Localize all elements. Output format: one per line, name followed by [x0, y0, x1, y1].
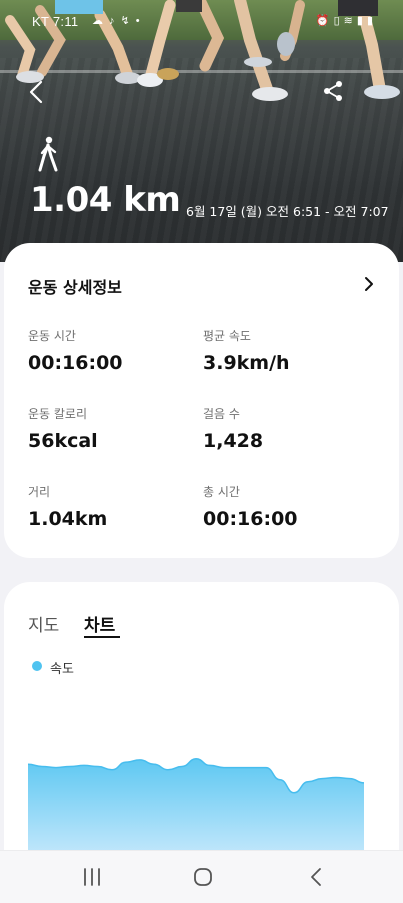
stat-value: 56kcal — [28, 430, 98, 452]
stat-value: 3.9km/h — [203, 352, 290, 374]
vibrate-icon: ▯ — [333, 15, 340, 27]
chevron-right-icon[interactable] — [362, 276, 376, 292]
legend-label: 속도 — [50, 662, 74, 677]
stat-value: 00:16:00 — [203, 508, 298, 530]
tab-chart[interactable]: 차트 — [84, 611, 115, 636]
missed-call-icon: ↯ — [120, 15, 130, 27]
workout-details-card: 운동 상세정보 운동 시간 00:16:00 평균 속도 3.9km/h 운동 … — [4, 243, 399, 558]
battery-icon: ▮ — [366, 15, 373, 27]
stat-value: 1,428 — [203, 430, 264, 452]
walking-person-icon — [38, 136, 58, 172]
stat-label: 총 시간 — [203, 485, 240, 499]
cloud-icon: ☁ — [92, 15, 103, 27]
workout-datetime: 6월 17일 (월) 오전 6:51 - 오전 7:07 — [186, 204, 389, 219]
share-icon[interactable] — [322, 80, 344, 102]
distance-value: 1.04 km — [30, 180, 181, 220]
back-icon[interactable] — [24, 78, 50, 106]
speed-chart — [28, 758, 364, 852]
chart-card: 지도 차트 속도 — [4, 582, 399, 872]
status-time: 7:11 — [52, 14, 79, 29]
status-carrier-time: KT 7:11 — [32, 14, 78, 29]
system-navigation-bar — [0, 850, 403, 903]
status-carrier: KT — [32, 14, 49, 29]
stat-calories: 운동 칼로리 56kcal — [28, 405, 98, 452]
stat-steps: 걸음 수 1,428 — [203, 405, 263, 452]
stat-total-time: 총 시간 00:16:00 — [203, 483, 298, 530]
alarm-icon: ⏰ — [315, 15, 330, 27]
hero-banner: KT 7:11 ☁ ♪ ↯ • ⏰ ▯ ≋ ▮ ▮ 1.04 km 6월 17일… — [0, 0, 403, 262]
dot-icon: • — [135, 15, 140, 27]
stat-label: 운동 칼로리 — [28, 407, 88, 421]
legend-color-dot — [32, 661, 42, 671]
stat-label: 평균 속도 — [203, 329, 251, 343]
status-bar: KT 7:11 ☁ ♪ ↯ • ⏰ ▯ ≋ ▮ ▮ — [0, 12, 403, 32]
stat-distance: 거리 1.04km — [28, 483, 107, 530]
stat-label: 거리 — [28, 485, 51, 499]
details-card-title[interactable]: 운동 상세정보 — [28, 274, 122, 298]
stat-label: 운동 시간 — [28, 329, 76, 343]
home-icon[interactable] — [191, 865, 215, 889]
stat-workout-time: 운동 시간 00:16:00 — [28, 327, 123, 374]
signal-icon: ▮ — [356, 15, 363, 27]
stat-value: 00:16:00 — [28, 352, 123, 374]
recent-apps-icon[interactable] — [80, 865, 104, 889]
notification-icon: ♪ — [109, 15, 115, 27]
wifi-icon: ≋ — [343, 15, 353, 27]
tab-map[interactable]: 지도 — [28, 611, 59, 636]
stat-label: 걸음 수 — [203, 407, 240, 421]
speed-area — [28, 758, 364, 852]
stat-value: 1.04km — [28, 508, 108, 530]
active-tab-indicator — [84, 636, 120, 638]
back-nav-icon[interactable] — [305, 865, 329, 889]
stat-average-speed: 평균 속도 3.9km/h — [203, 327, 290, 374]
runners-photo — [5, 0, 400, 101]
